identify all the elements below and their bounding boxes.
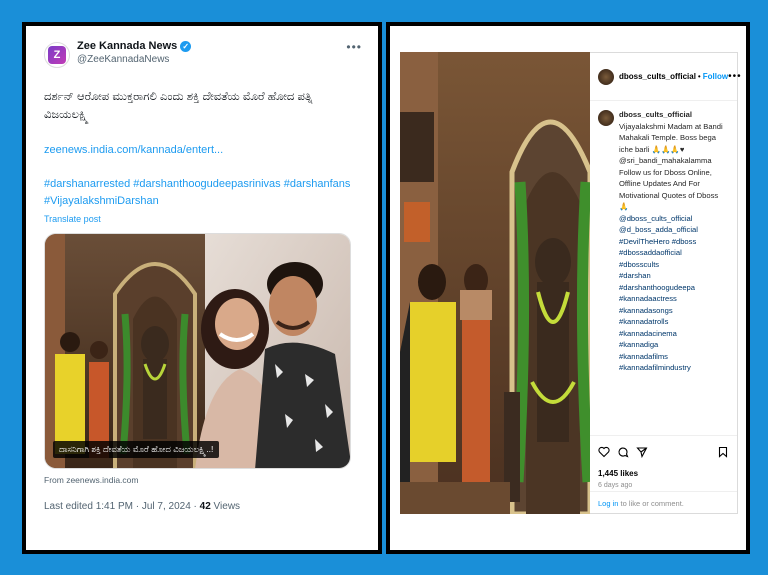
tweet-text: ದರ್ಶನ್ ಆರೋಪ ಮುಕ್ತರಾಗಲಿ ಎಂದು ಶಕ್ತಿ ದೇವತೆಯ… <box>44 91 313 121</box>
heart-icon[interactable] <box>598 446 610 458</box>
tweet-card: Z Zee Kannada News ✓ @ZeeKannadaNews •••… <box>26 26 378 512</box>
hashtag-item[interactable]: #darshanthoogudeepa <box>619 282 729 294</box>
hashtag-item[interactable]: @dboss_cults_official <box>619 213 729 225</box>
hashtag-list: @dboss_cults_official @d_boss_adda_offici… <box>619 213 729 374</box>
views-count: 42 <box>199 501 211 512</box>
more-icon[interactable]: ••• <box>346 40 362 54</box>
login-prompt-text: to like or comment. <box>618 499 684 508</box>
post-header: dboss_cults_official • Follow ••• <box>590 53 741 101</box>
edit-timestamp[interactable]: Last edited 1:41 PM · Jul 7, 2024 · <box>44 501 200 512</box>
tweet-meta: Last edited 1:41 PM · Jul 7, 2024 · 42 V… <box>44 501 362 512</box>
hashtag-item[interactable]: #kannadatrolls <box>619 316 729 328</box>
caption-text: dboss_cults_official Vijayalakshmi Madam… <box>619 109 729 426</box>
hashtag-item[interactable]: #darshan <box>619 270 729 282</box>
comment-icon[interactable] <box>617 446 629 458</box>
hashtag-item[interactable]: #dbosscults <box>619 259 729 271</box>
hashtag-item[interactable]: #kannadaactress <box>619 293 729 305</box>
separator-dot: • <box>697 72 701 81</box>
save-icon[interactable] <box>717 446 729 458</box>
hashtag-item[interactable]: #dbossaddaofficial <box>619 247 729 259</box>
instagram-panel: dboss_cults_official • Follow ••• dboss_… <box>386 22 750 554</box>
hashtag-item[interactable]: #kannadiga <box>619 339 729 351</box>
caption-username[interactable]: dboss_cults_official <box>619 110 692 119</box>
post-age: 6 days ago <box>598 482 633 489</box>
caption-avatar[interactable] <box>598 110 614 126</box>
temple-photo <box>400 52 590 514</box>
login-link[interactable]: Log in <box>598 499 618 508</box>
hashtag-item[interactable]: #kannadasongs <box>619 305 729 317</box>
tweet-link[interactable]: zeenews.india.com/kannada/entert... <box>44 144 362 156</box>
hashtag-item[interactable]: #kannadafilmindustry <box>619 362 729 374</box>
verified-icon: ✓ <box>180 40 192 52</box>
translate-link[interactable]: Translate post <box>44 214 362 224</box>
hashtag-item[interactable]: @d_boss_adda_official <box>619 224 729 236</box>
hashtag-item[interactable]: #DevilTheHero #dboss <box>619 236 729 248</box>
image-caption: ದಾಸನಿಗಾಗಿ ಶಕ್ತಿ ದೇವತೆಯ ಮೊರೆ ಹೋದ ವಿಜಯಲಕ್ಷ… <box>53 441 220 458</box>
temple-couple-photo <box>45 234 350 468</box>
tweet-hashtags[interactable]: #darshanarrested #darshanthoogudeepasrin… <box>44 176 354 210</box>
caption-block: dboss_cults_official Vijayalakshmi Madam… <box>590 101 737 426</box>
hashtag-item[interactable]: #kannadacinema <box>619 328 729 340</box>
login-prompt: Log in to like or comment. <box>590 491 737 515</box>
account-name-row[interactable]: Zee Kannada News ✓ <box>77 40 346 52</box>
tweet-panel: Z Zee Kannada News ✓ @ZeeKannadaNews •••… <box>22 22 382 554</box>
share-icon[interactable] <box>636 446 648 458</box>
account-name[interactable]: Zee Kannada News <box>77 40 177 52</box>
avatar[interactable]: Z <box>44 42 70 68</box>
caption-body: Vijayalakshmi Madam at Bandi Mahakali Te… <box>619 121 723 154</box>
post-username[interactable]: dboss_cults_official <box>619 72 696 81</box>
instagram-sidebar: dboss_cults_official • Follow ••• dboss_… <box>590 52 741 515</box>
views-label: Views <box>210 501 241 512</box>
source-attribution[interactable]: From zeenews.india.com <box>44 475 362 485</box>
zee-logo-icon: Z <box>48 46 66 64</box>
avatar[interactable] <box>598 68 614 85</box>
likes-count[interactable]: 1,445 likes <box>598 469 729 478</box>
instagram-photo[interactable] <box>400 52 590 514</box>
account-handle[interactable]: @ZeeKannadaNews <box>77 54 346 65</box>
follow-button[interactable]: Follow <box>703 72 728 81</box>
more-icon[interactable]: ••• <box>728 71 742 82</box>
tweet-media[interactable]: ದಾಸನಿಗಾಗಿ ಶಕ್ತಿ ದೇವತೆಯ ಮೊರೆ ಹೋದ ವಿಜಯಲಕ್ಷ… <box>44 233 351 469</box>
tweet-header: Z Zee Kannada News ✓ @ZeeKannadaNews ••• <box>44 40 362 80</box>
caption-body-2: @sri_bandi_mahakalamma Follow us for Dbo… <box>619 156 719 211</box>
hashtag-item[interactable]: #kannadafilms <box>619 351 729 363</box>
